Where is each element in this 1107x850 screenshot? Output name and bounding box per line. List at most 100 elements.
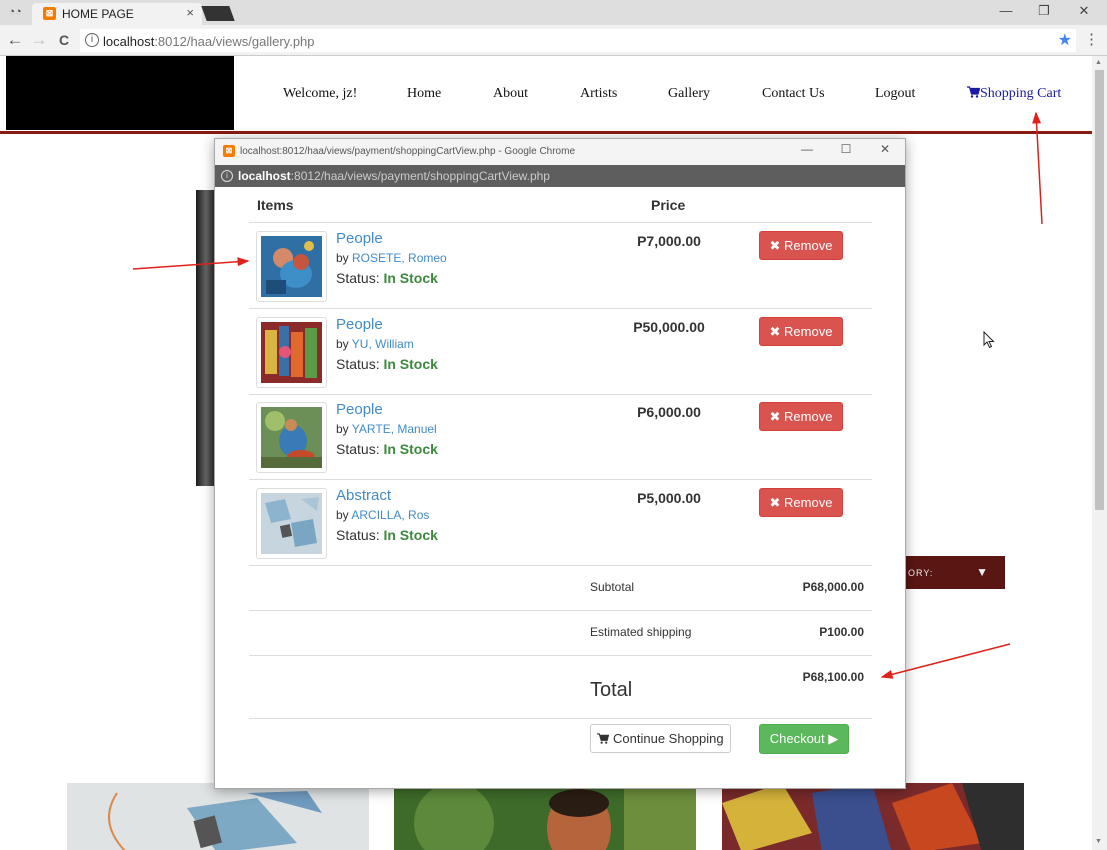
nav-home[interactable]: Home — [407, 86, 441, 102]
item-status: Status: In Stock — [336, 270, 438, 286]
item-artist-link[interactable]: YARTE, Manuel — [352, 422, 437, 436]
forward-arrow-icon[interactable]: → — [29, 30, 49, 50]
remove-x-icon: ✖ — [769, 409, 781, 424]
page-scrollbar[interactable]: ▲ ▼ — [1092, 56, 1107, 850]
item-artist-link[interactable]: YU, William — [352, 337, 414, 351]
item-artist-line: by YU, William — [336, 337, 414, 351]
new-tab-button[interactable] — [201, 6, 235, 21]
item-status: Status: In Stock — [336, 527, 438, 543]
cart-row: People by ROSETE, Romeo Status: In Stock… — [249, 223, 872, 308]
bookmark-star-icon[interactable]: ★ — [1058, 30, 1072, 50]
popup-title-bar: ⊠ localhost:8012/haa/views/payment/shopp… — [215, 139, 905, 165]
stock-status: In Stock — [383, 527, 438, 543]
subtotal-label: Subtotal — [590, 580, 635, 594]
featured-artwork-image — [196, 190, 216, 486]
mouse-cursor-icon — [983, 330, 995, 354]
item-title[interactable]: People — [336, 401, 383, 418]
nav-contact[interactable]: Contact Us — [762, 86, 825, 102]
remove-button[interactable]: ✖ Remove — [759, 488, 843, 517]
cart-icon — [967, 86, 981, 98]
scrollbar-thumb[interactable] — [1095, 70, 1104, 510]
browser-tab[interactable]: ⊠ HOME PAGE × — [32, 3, 202, 25]
cart-row: Abstract by ARCILLA, Ros Status: In Stoc… — [249, 480, 872, 565]
tab-title: HOME PAGE — [62, 7, 134, 21]
back-arrow-icon[interactable]: ← — [5, 30, 25, 50]
item-artist-line: by ROSETE, Romeo — [336, 251, 447, 265]
item-price: P7,000.00 — [637, 233, 701, 249]
reload-icon[interactable]: C — [54, 30, 74, 50]
shopping-cart-popup-window: ⊠ localhost:8012/haa/views/payment/shopp… — [214, 138, 906, 789]
window-restore-button[interactable]: ❐ — [1034, 3, 1054, 19]
item-status: Status: In Stock — [336, 441, 438, 457]
remove-button[interactable]: ✖ Remove — [759, 402, 843, 431]
remove-x-icon: ✖ — [769, 495, 781, 510]
continue-shopping-button[interactable]: Continue Shopping — [590, 724, 731, 753]
site-logo[interactable] — [6, 56, 234, 130]
row-divider — [249, 565, 872, 566]
xampp-favicon-icon: ⊠ — [223, 145, 235, 157]
nav-about[interactable]: About — [493, 86, 528, 102]
summary-divider — [249, 655, 872, 656]
browser-menu-icon[interactable]: ⋮ — [1084, 30, 1099, 48]
popup-address-bar: i localhost:8012/haa/views/payment/shopp… — [215, 165, 905, 187]
remove-button[interactable]: ✖ Remove — [759, 317, 843, 346]
category-label: ORY: — [908, 568, 934, 578]
item-title[interactable]: Abstract — [336, 487, 391, 504]
window-minimize-button[interactable]: — — [996, 3, 1016, 18]
subtotal-value: P68,000.00 — [802, 580, 864, 594]
shipping-value: P100.00 — [819, 625, 864, 639]
incognito-icon: ◔◔ — [8, 6, 22, 18]
xampp-favicon-icon: ⊠ — [43, 7, 56, 20]
window-close-button[interactable]: ✕ — [1074, 3, 1094, 19]
items-header: Items — [257, 197, 294, 213]
item-price: P5,000.00 — [637, 490, 701, 506]
item-price: P6,000.00 — [637, 404, 701, 420]
price-header: Price — [651, 197, 686, 213]
cart-row: People by YARTE, Manuel Status: In Stock… — [249, 394, 872, 479]
popup-close-button[interactable]: ✕ — [876, 142, 894, 156]
browser-toolbar: ← → C i localhost:8012/haa/views/gallery… — [0, 25, 1107, 56]
item-title[interactable]: People — [336, 230, 383, 247]
category-dropdown[interactable]: ORY: ▼ — [890, 556, 1005, 589]
artwork-thumbnail[interactable] — [256, 231, 327, 302]
tab-close-icon[interactable]: × — [186, 5, 194, 20]
checkout-button[interactable]: Checkout ▶ — [759, 724, 849, 754]
browser-tab-bar: ◔◔ ⊠ HOME PAGE × — ❐ ✕ — [0, 0, 1107, 25]
gallery-thumbnail[interactable] — [394, 783, 696, 850]
gallery-thumbnail[interactable] — [67, 783, 369, 850]
cart-icon — [597, 733, 610, 744]
address-bar[interactable]: i localhost:8012/haa/views/gallery.php ★ — [80, 29, 1076, 52]
item-price: P50,000.00 — [633, 319, 705, 335]
item-artist-link[interactable]: ROSETE, Romeo — [352, 251, 447, 265]
summary-divider — [249, 718, 872, 719]
total-label: Total — [590, 679, 633, 701]
artwork-thumbnail[interactable] — [256, 317, 327, 388]
stock-status: In Stock — [383, 441, 438, 457]
summary-divider — [249, 610, 872, 611]
gallery-thumbnail[interactable] — [722, 783, 1024, 850]
nav-gallery[interactable]: Gallery — [668, 86, 710, 102]
caret-down-icon: ▼ — [976, 565, 989, 579]
artwork-thumbnail[interactable] — [256, 402, 327, 473]
cart-row: People by YU, William Status: In Stock P… — [249, 309, 872, 394]
popup-maximize-button[interactable]: ☐ — [837, 142, 855, 156]
popup-minimize-button[interactable]: — — [798, 142, 816, 156]
popup-title: localhost:8012/haa/views/payment/shoppin… — [240, 146, 576, 157]
nav-logout[interactable]: Logout — [875, 86, 915, 102]
nav-shopping-cart[interactable]: Shopping Cart — [967, 86, 1061, 102]
nav-shopping-cart-label: Shopping Cart — [980, 86, 1062, 101]
site-info-icon[interactable]: i — [85, 33, 99, 47]
header-divider — [0, 131, 1092, 134]
site-info-icon[interactable]: i — [221, 170, 233, 182]
total-value: P68,100.00 — [802, 670, 864, 684]
nav-artists[interactable]: Artists — [580, 86, 617, 102]
item-artist-link[interactable]: ARCILLA, Ros — [351, 508, 429, 522]
scroll-up-arrow-icon[interactable]: ▲ — [1095, 59, 1102, 66]
item-title[interactable]: People — [336, 316, 383, 333]
artwork-thumbnail[interactable] — [256, 488, 327, 559]
play-arrow-icon: ▶ — [828, 731, 839, 746]
scroll-down-arrow-icon[interactable]: ▼ — [1095, 838, 1102, 845]
item-artist-line: by ARCILLA, Ros — [336, 508, 430, 522]
remove-button[interactable]: ✖ Remove — [759, 231, 843, 260]
item-status: Status: In Stock — [336, 356, 438, 372]
